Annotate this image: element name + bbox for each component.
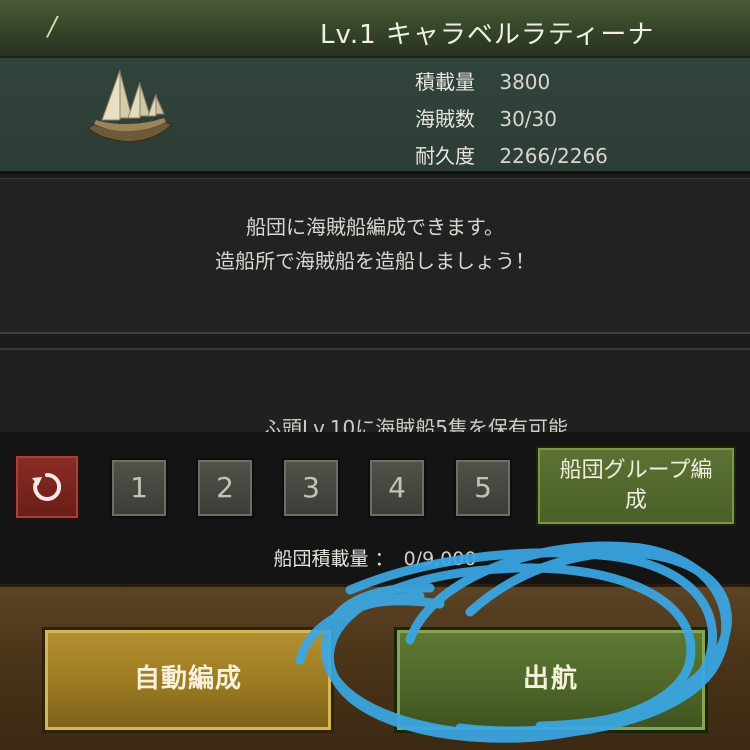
fleet-message-panel: 船団に海賊船編成できます。 造船所で海賊船を造船しましょう！: [0, 178, 750, 334]
stat-value: 30/30: [499, 107, 557, 131]
action-bar: 自動編成 出航: [0, 584, 750, 750]
fleet-group-button[interactable]: 船団グループ編 成: [536, 446, 736, 526]
ship-info-panel: 積載量 3800 海賊数 30/30 耐久度 2266/2266: [0, 58, 750, 174]
stat-value: 3800: [499, 70, 551, 94]
fleet-control-strip: 1 2 3 4 5 船団グループ編 成 船団積載量 ： 0/9,000: [0, 432, 750, 584]
ship-header: / Lv.1 キャラベルラティーナ: [0, 0, 750, 58]
fleet-slot-4[interactable]: 4: [368, 458, 426, 518]
reset-icon: [32, 472, 62, 501]
fleet-slot-3[interactable]: 3: [282, 458, 340, 518]
stat-row-capacity: 積載量 3800: [415, 66, 550, 95]
fleet-capacity: 船団積載量 ： 0/9,000: [0, 544, 750, 571]
reset-button[interactable]: [14, 454, 80, 520]
capacity-value: 0/9,000: [403, 548, 477, 570]
message-line-2: 造船所で海賊船を造船しましょう！: [215, 249, 535, 273]
ship-title: Lv.1 キャラベルラティーナ: [320, 20, 655, 50]
auto-formation-button[interactable]: 自動編成: [42, 627, 334, 733]
capacity-label: 船団積載量 ：: [273, 548, 394, 570]
fleet-slot-2[interactable]: 2: [196, 458, 254, 518]
set-sail-button[interactable]: 出航: [394, 627, 708, 733]
hint-panel: ふ頭Lv.10に海賊船5隻を保有可能: [0, 348, 750, 438]
header-marker: /: [48, 12, 57, 42]
stat-label: 海賊数: [415, 107, 475, 131]
message-line-1: 船団に海賊船編成できます。: [246, 215, 504, 239]
stat-label: 耐久度: [415, 144, 475, 168]
group-button-line-2: 成: [624, 488, 647, 513]
fleet-slot-5[interactable]: 5: [454, 458, 512, 518]
ship-icon: [86, 69, 174, 143]
group-button-line-1: 船団グループ編: [559, 458, 713, 483]
stat-label: 積載量: [415, 70, 475, 94]
stat-row-pirates: 海賊数 30/30: [415, 103, 557, 132]
stat-row-durability: 耐久度 2266/2266: [415, 140, 608, 169]
fleet-slot-1[interactable]: 1: [110, 458, 168, 518]
stat-value: 2266/2266: [499, 144, 608, 168]
